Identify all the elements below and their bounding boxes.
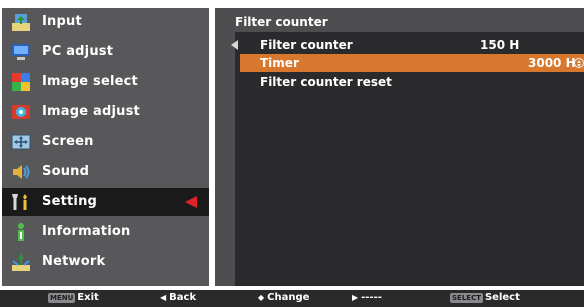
sidebar-item-input[interactable]: Input — [2, 8, 209, 36]
sidebar-item-label: Setting — [42, 194, 98, 209]
sidebar-item-label: Input — [42, 14, 82, 29]
sidebar-item-image-adjust[interactable]: Image adjust — [2, 98, 209, 126]
panel-title: Filter counter — [235, 15, 328, 29]
selection-arrow-icon — [185, 196, 197, 208]
hint-label: ----- — [361, 292, 382, 303]
row-value: 3000 H — [528, 56, 576, 70]
hint-back: ◀ Back — [160, 292, 196, 305]
row-label: Filter counter reset — [260, 75, 392, 89]
hint-label: Back — [169, 292, 197, 303]
up-down-arrow-icon: ◆ — [258, 293, 265, 302]
hint-next: ▶ ----- — [352, 292, 382, 305]
row-label: Timer — [260, 56, 299, 70]
sidebar-item-label: Image select — [42, 74, 138, 89]
sidebar-item-label: Information — [42, 224, 131, 239]
back-arrow-icon[interactable] — [231, 40, 238, 50]
menu-key-icon: MENU — [48, 292, 76, 303]
row-value: 150 H — [480, 38, 520, 52]
hint-label: Select — [484, 292, 520, 303]
row-timer[interactable]: Timer 3000 H — [240, 54, 584, 72]
hint-change: ◆ Change — [258, 292, 309, 305]
network-icon — [10, 251, 32, 273]
hint-label: Change — [267, 292, 310, 303]
hint-exit: MENU Exit — [48, 292, 99, 305]
right-arrow-icon: ▶ — [352, 293, 359, 302]
row-filter-counter-reset[interactable]: Filter counter reset — [240, 73, 584, 91]
row-label: Filter counter — [260, 38, 353, 52]
button-guide-bar: MENU Exit ◀ Back ◆ Change ▶ ----- SELECT Sele… — [0, 290, 584, 307]
setting-icon — [10, 191, 32, 213]
image-select-icon — [10, 71, 32, 93]
submenu-panel: Filter counter Filter counter 150 H Time… — [215, 8, 584, 286]
sidebar-item-label: Image adjust — [42, 104, 140, 119]
sidebar-item-screen[interactable]: Screen — [2, 128, 209, 156]
sidebar-item-label: Screen — [42, 134, 94, 149]
sidebar-item-setting[interactable]: Setting — [2, 188, 209, 216]
input-icon — [10, 11, 32, 33]
image-adjust-icon — [10, 101, 32, 123]
up-down-adjust-icon[interactable] — [574, 58, 584, 68]
sidebar-item-label: PC adjust — [42, 44, 114, 59]
information-icon — [10, 221, 32, 243]
main-menu-sidebar: Input PC adjust Image select Image adjus… — [2, 8, 209, 286]
sidebar-item-label: Sound — [42, 164, 90, 179]
pc-adjust-icon — [10, 41, 32, 63]
sidebar-item-image-select[interactable]: Image select — [2, 68, 209, 96]
screen-icon — [10, 131, 32, 153]
sound-icon — [10, 161, 32, 183]
sidebar-item-sound[interactable]: Sound — [2, 158, 209, 186]
sidebar-item-pc-adjust[interactable]: PC adjust — [2, 38, 209, 66]
select-key-icon: SELECT — [450, 292, 483, 303]
sidebar-item-information[interactable]: Information — [2, 218, 209, 246]
row-filter-counter[interactable]: Filter counter 150 H — [240, 36, 584, 54]
sidebar-item-label: Network — [42, 254, 106, 269]
sidebar-item-network[interactable]: Network — [2, 248, 209, 276]
hint-label: Exit — [77, 292, 99, 303]
left-arrow-icon: ◀ — [160, 293, 167, 302]
hint-select: SELECT Select — [450, 292, 520, 305]
